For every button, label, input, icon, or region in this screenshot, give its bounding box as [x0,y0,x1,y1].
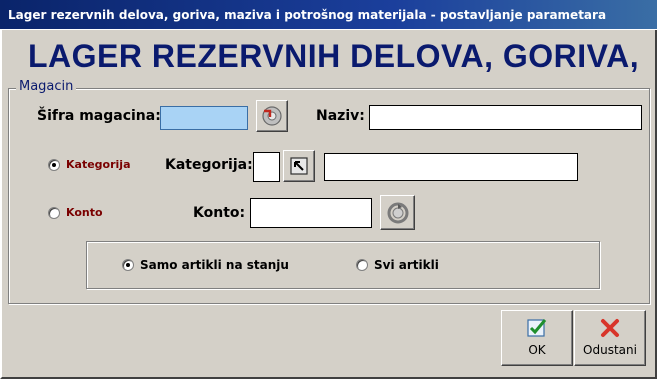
samo-artikli-label: Samo artikli na stanju [140,258,289,272]
naziv-input[interactable] [369,105,642,130]
konto-label: Konto: [193,205,246,221]
sifra-magacina-input[interactable] [160,106,248,130]
samo-artikli-radio-circle[interactable] [122,259,134,271]
radio-selected-dot [126,263,130,267]
page-header: LAGER REZERVNIH DELOVA, GORIVA, [28,38,640,74]
naziv-label: Naziv: [316,108,365,124]
odustani-label: Odustani [583,343,637,357]
ok-button[interactable]: OK [501,310,573,366]
title-bar: Lager rezervnih delova, goriva, maziva i… [0,0,657,30]
svi-artikli-label: Svi artikli [374,258,439,272]
window-title: Lager rezervnih delova, goriva, maziva i… [8,8,607,22]
magacin-group-label: Magacin [16,79,77,94]
gear-lookup-icon [262,106,282,126]
sifra-lookup-button[interactable] [256,100,288,132]
samo-artikli-radio[interactable]: Samo artikli na stanju [122,258,289,272]
kategorija-name-input[interactable] [324,153,578,181]
x-icon [601,319,619,337]
kategorija-radio[interactable]: Kategorija [48,158,131,171]
kategorija-code-input[interactable] [253,152,280,182]
konto-lookup-button[interactable] [380,195,415,230]
radio-selected-dot [52,162,56,167]
sifra-magacina-label: Šifra magacina: [37,108,161,124]
kategorija-lookup-button[interactable] [283,150,315,182]
konto-radio-circle[interactable] [48,206,60,219]
ok-label: OK [528,343,546,357]
check-icon [527,319,547,337]
konto-radio-label: Konto [66,206,103,219]
kategorija-radio-circle[interactable] [48,158,60,171]
refresh-circle-icon [387,202,408,223]
cursor-arrow-icon [290,157,308,175]
svi-artikli-radio[interactable]: Svi artikli [356,258,439,272]
kategorija-label: Kategorija: [165,157,253,173]
konto-radio[interactable]: Konto [48,206,103,219]
svi-artikli-radio-circle[interactable] [356,259,368,271]
kategorija-radio-label: Kategorija [66,158,131,171]
konto-input[interactable] [250,198,372,228]
odustani-button[interactable]: Odustani [574,310,646,366]
